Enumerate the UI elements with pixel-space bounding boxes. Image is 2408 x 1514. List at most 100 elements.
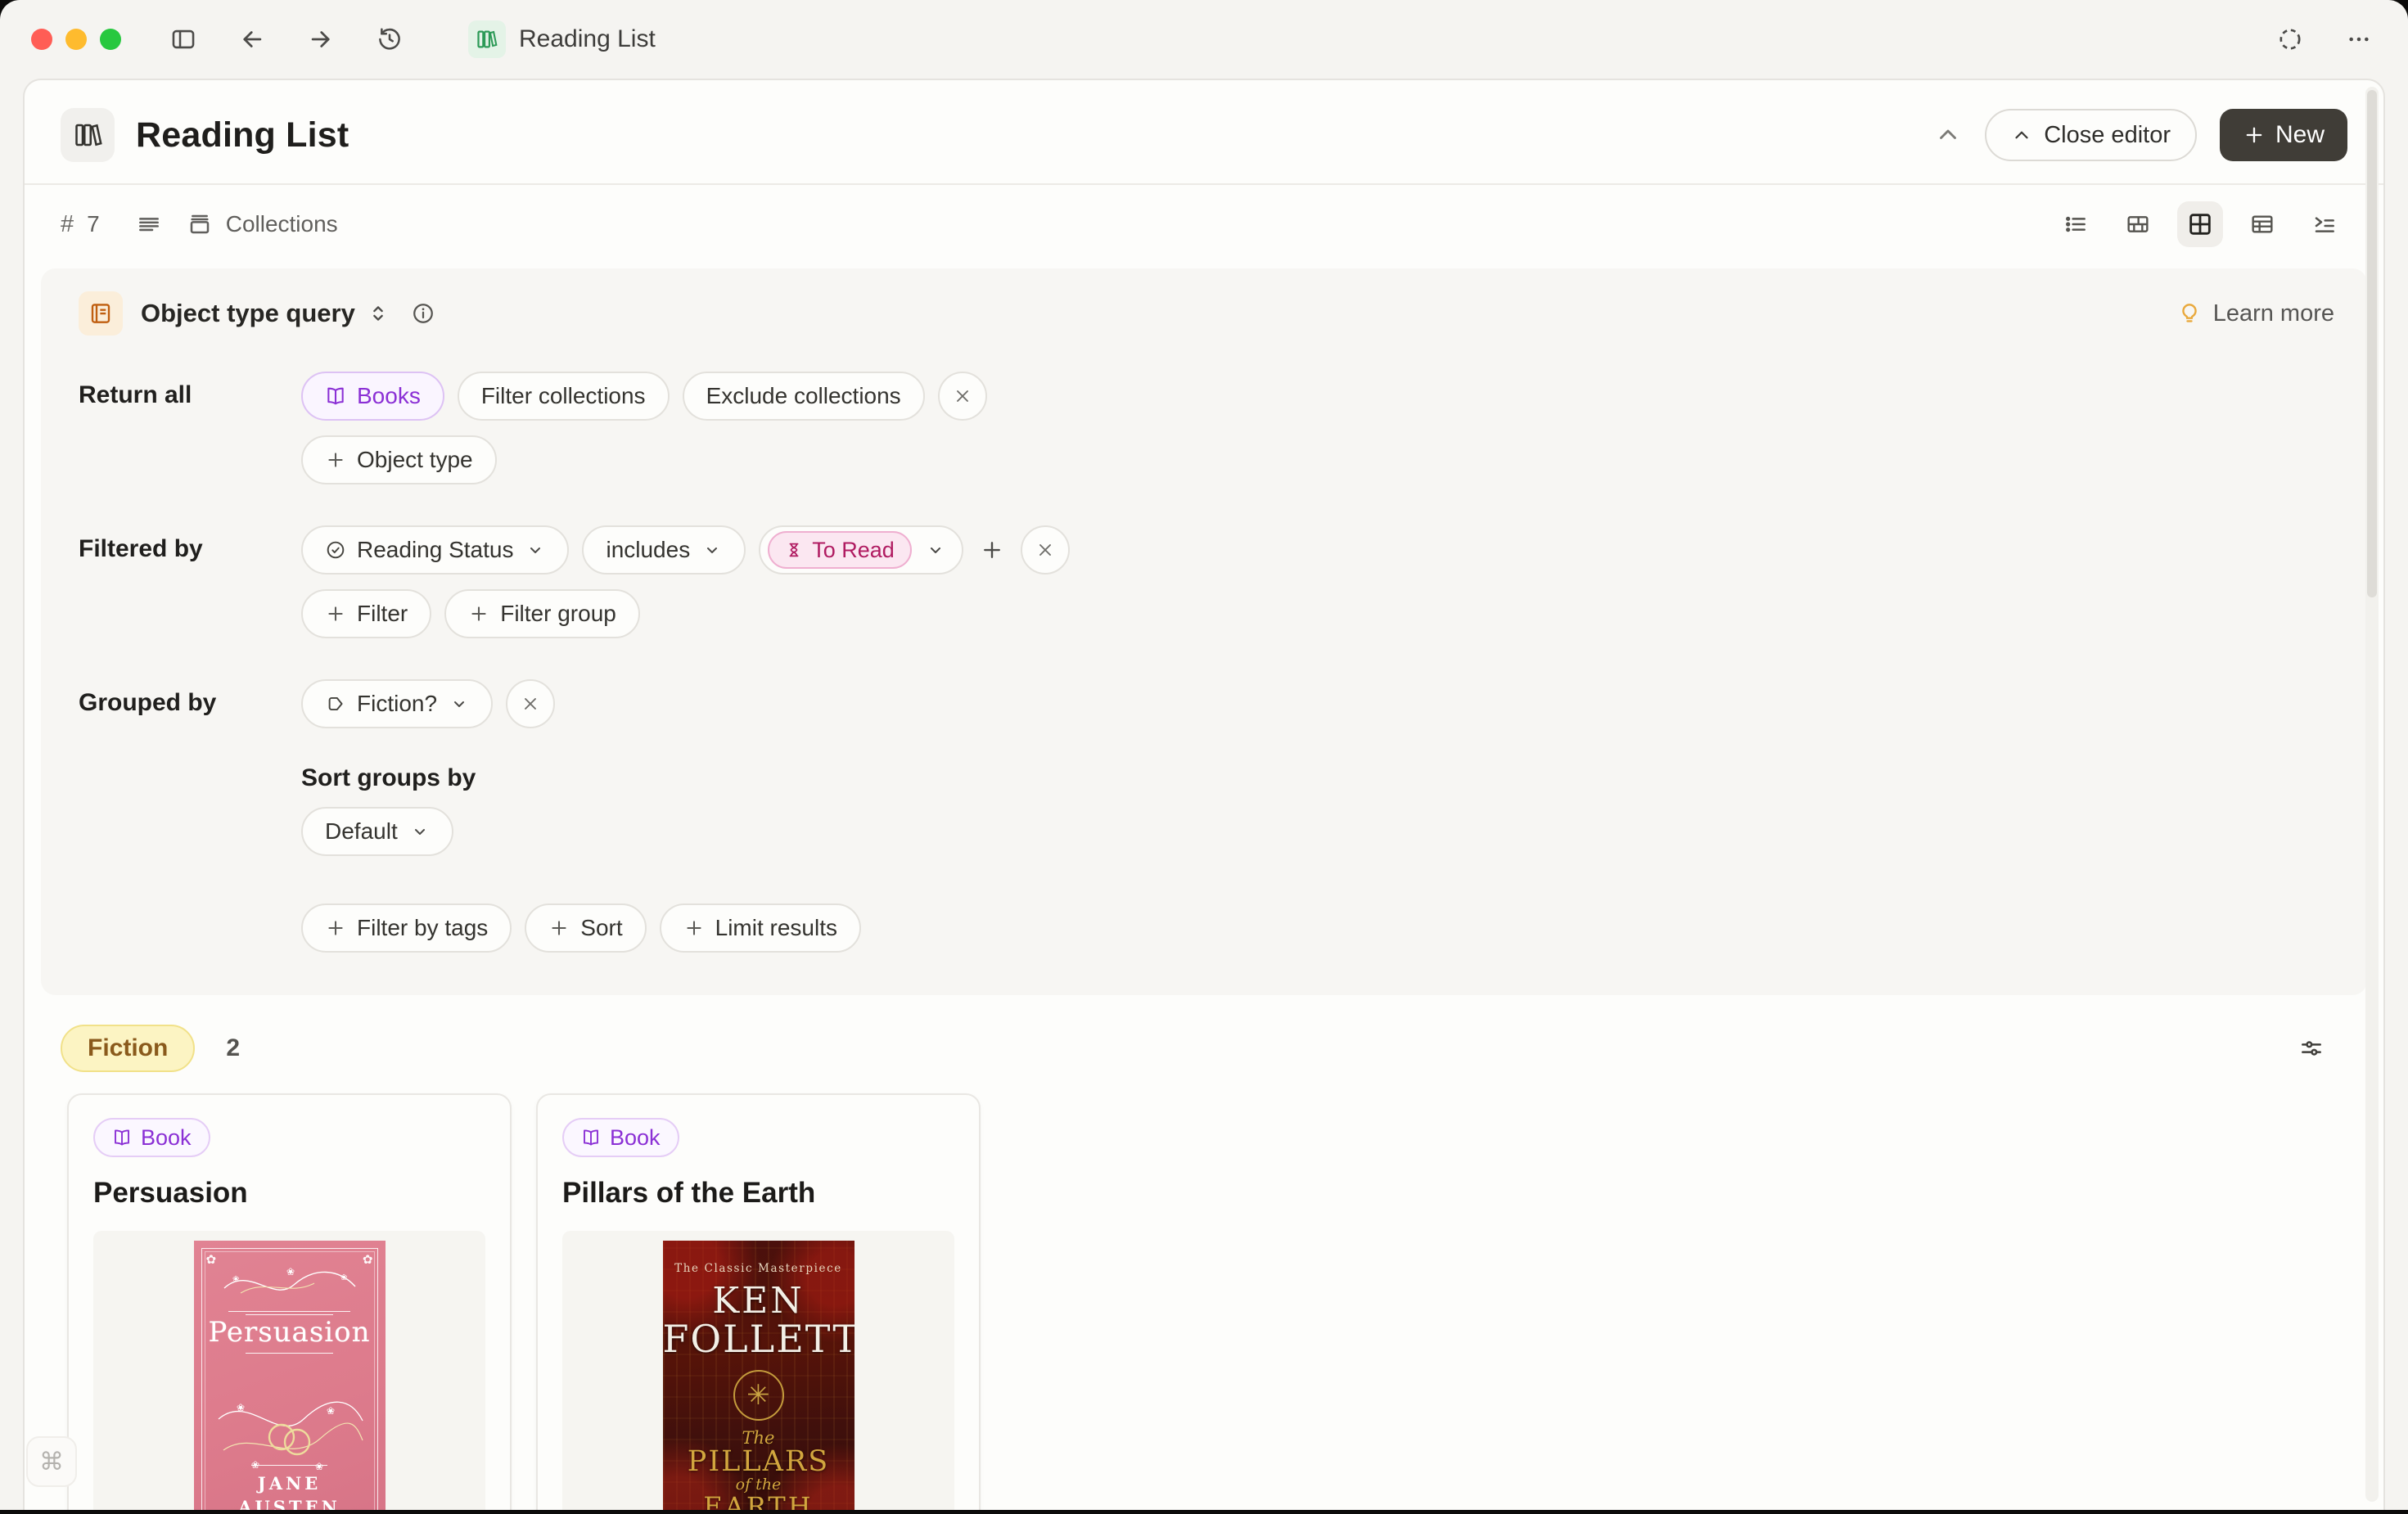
book-cover-persuasion: ✿ ✿ ✿ ✿ ❀❀❀ Persuasion: [194, 1241, 386, 1510]
card-pillars-of-the-earth[interactable]: Book Pillars of the Earth The Classic Ma…: [536, 1093, 981, 1510]
group-property-select[interactable]: Fiction?: [301, 679, 493, 728]
history-icon[interactable]: [373, 23, 406, 56]
return-all-label: Return all: [79, 372, 301, 484]
add-filter-value-icon[interactable]: [980, 538, 1004, 562]
zoom-window-button[interactable]: [100, 29, 121, 50]
sync-icon[interactable]: [2274, 23, 2307, 56]
tab-label: Reading List: [519, 25, 656, 53]
tab-reading-list[interactable]: Reading List: [468, 20, 656, 58]
filter-collections-label: Filter collections: [481, 383, 646, 409]
collections-icon: [187, 211, 213, 237]
learn-more-link[interactable]: Learn more: [2177, 300, 2334, 327]
svg-text:❀: ❀: [327, 1405, 335, 1417]
chevron-down-icon: [410, 822, 430, 841]
number-property[interactable]: # 7: [61, 211, 100, 238]
object-type-badge-label: Book: [141, 1125, 192, 1151]
view-outline-icon[interactable]: [2302, 201, 2347, 247]
object-type-chip-books[interactable]: Books: [301, 372, 444, 421]
forward-icon[interactable]: [304, 23, 337, 56]
select-property-icon: [325, 693, 346, 714]
view-list-icon[interactable]: [2053, 201, 2099, 247]
more-menu-icon[interactable]: [2343, 23, 2375, 56]
exclude-collections-label: Exclude collections: [706, 383, 901, 409]
sort-button[interactable]: Sort: [525, 903, 646, 953]
view-table-icon[interactable]: [2239, 201, 2285, 247]
close-editor-button[interactable]: Close editor: [1985, 109, 2197, 161]
exclude-collections-button[interactable]: Exclude collections: [683, 372, 925, 421]
view-grid-icon[interactable]: [2177, 201, 2223, 247]
collapse-chevron-up-icon[interactable]: [1934, 121, 1962, 149]
object-type-badge-label: Book: [610, 1125, 661, 1151]
group-settings-icon[interactable]: [2298, 1035, 2325, 1061]
number-property-value: 7: [87, 211, 100, 237]
cover-author: JANE AUSTEN: [194, 1465, 386, 1510]
plus-icon: [683, 917, 705, 939]
toggle-sidebar-icon[interactable]: [167, 23, 200, 56]
close-window-button[interactable]: [31, 29, 52, 50]
books-icon: [468, 20, 506, 58]
plus-icon: [325, 603, 346, 624]
chevron-up-icon: [2011, 124, 2032, 146]
command-icon: ⌘: [39, 1448, 64, 1476]
svg-text:❀: ❀: [237, 1402, 245, 1413]
svg-text:❀: ❀: [286, 1266, 295, 1277]
chevron-down-icon: [702, 540, 722, 560]
ornament-flower: ✿: [206, 1252, 217, 1267]
add-filter-label: Filter: [357, 601, 408, 627]
group-badge-fiction[interactable]: Fiction: [61, 1025, 195, 1072]
card-persuasion[interactable]: Book Persuasion ✿ ✿ ✿ ✿ ❀❀❀: [67, 1093, 512, 1510]
collections-label: Collections: [226, 211, 338, 237]
scrollbar-thumb[interactable]: [2367, 90, 2377, 597]
cover-rosette-ornament: ✳: [733, 1370, 784, 1421]
learn-more-label: Learn more: [2213, 300, 2334, 327]
back-icon[interactable]: [236, 23, 268, 56]
sort-groups-by-label: Sort groups by: [301, 764, 861, 792]
group-header: Fiction 2: [25, 995, 2383, 1077]
card-grid: Book Persuasion ✿ ✿ ✿ ✿ ❀❀❀: [25, 1077, 2383, 1510]
ornament-flower: ✿: [363, 1252, 373, 1267]
chevron-down-icon: [926, 540, 945, 560]
x-icon: [1035, 540, 1055, 560]
sort-groups-select[interactable]: Default: [301, 807, 453, 856]
filter-value-select[interactable]: To Read: [759, 525, 963, 575]
collections-button[interactable]: Collections: [187, 211, 338, 237]
plus-icon: [325, 449, 346, 471]
scrollbar-track[interactable]: [2365, 87, 2379, 1502]
text-align-icon[interactable]: [136, 211, 162, 237]
add-filter-group-button[interactable]: Filter group: [444, 589, 640, 638]
view-masonry-icon[interactable]: [2115, 201, 2161, 247]
page-title: Reading List: [136, 115, 349, 155]
group-count: 2: [226, 1034, 240, 1062]
sort-groups-value: Default: [325, 818, 398, 845]
limit-results-button[interactable]: Limit results: [660, 903, 861, 953]
filter-by-tags-label: Filter by tags: [357, 915, 488, 941]
new-button[interactable]: New: [2220, 109, 2347, 161]
filter-by-tags-button[interactable]: Filter by tags: [301, 903, 512, 953]
plus-icon: [325, 917, 346, 939]
filter-collections-button[interactable]: Filter collections: [458, 372, 670, 421]
chevrons-up-down-icon[interactable]: [367, 302, 390, 325]
info-icon[interactable]: [411, 301, 435, 326]
add-filter-button[interactable]: Filter: [301, 589, 431, 638]
add-object-type-button[interactable]: Object type: [301, 435, 497, 484]
app-window: Reading List Reading List: [0, 0, 2408, 1510]
view-switcher: [2053, 201, 2347, 247]
remove-filter-button[interactable]: [1021, 525, 1070, 575]
filter-value-label: To Read: [812, 538, 895, 563]
remove-group-button[interactable]: [506, 679, 555, 728]
command-shortcut-button[interactable]: ⌘: [26, 1436, 77, 1487]
cover-author-line2: AUSTEN: [194, 1496, 386, 1510]
remove-return-button[interactable]: [938, 372, 987, 421]
filter-operator-select[interactable]: includes: [582, 525, 746, 575]
filter-property-select[interactable]: Reading Status: [301, 525, 569, 575]
query-editor-panel: Object type query Learn more Return all: [41, 268, 2367, 995]
filter-property-label: Reading Status: [357, 537, 513, 563]
plus-icon: [548, 917, 570, 939]
minimize-window-button[interactable]: [65, 29, 87, 50]
to-read-value-pill: To Read: [768, 531, 912, 569]
grouped-by-label: Grouped by: [79, 679, 301, 953]
chevron-down-icon: [449, 694, 469, 714]
hash-icon: #: [61, 211, 74, 238]
add-object-type-label: Object type: [357, 447, 473, 473]
x-icon: [953, 386, 972, 406]
